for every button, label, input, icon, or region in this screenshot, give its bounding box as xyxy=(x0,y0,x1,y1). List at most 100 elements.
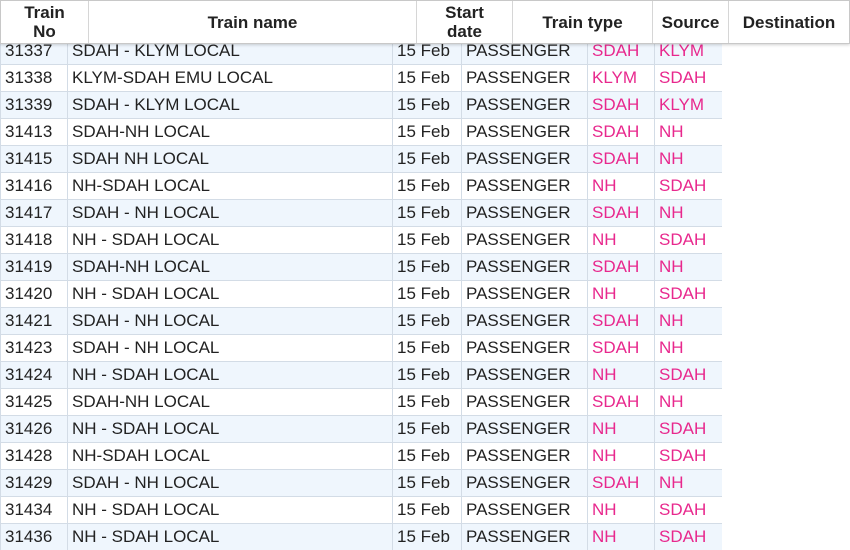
destination-station-link[interactable]: SDAH xyxy=(654,523,722,550)
table-row[interactable]: 31421 SDAH - NH LOCAL 15 Feb PASSENGER SDAH N… xyxy=(0,307,722,335)
train-type-cell: PASSENGER xyxy=(461,442,588,470)
source-station-link[interactable]: NH xyxy=(587,361,655,389)
train-list-screen: Train No Train name Start date Train typ… xyxy=(0,0,850,550)
column-header-train-no[interactable]: Train No xyxy=(1,1,89,43)
source-station-link[interactable]: SDAH xyxy=(587,145,655,173)
source-station-link[interactable]: SDAH xyxy=(587,199,655,227)
train-number-cell: 31436 xyxy=(0,523,68,550)
start-date-cell: 15 Feb xyxy=(392,415,462,443)
source-station-link[interactable]: SDAH xyxy=(587,469,655,497)
table-row[interactable]: 31420 NH - SDAH LOCAL 15 Feb PASSENGER NH SDA… xyxy=(0,280,722,308)
table-row[interactable]: 31417 SDAH - NH LOCAL 15 Feb PASSENGER SDAH N… xyxy=(0,199,722,227)
destination-station-link[interactable]: NH xyxy=(654,469,722,497)
destination-station-link[interactable]: NH xyxy=(654,307,722,335)
train-number-cell: 31426 xyxy=(0,415,68,443)
train-type-cell: PASSENGER xyxy=(461,388,588,416)
destination-station-link[interactable]: KLYM xyxy=(654,91,722,119)
source-station-link[interactable]: NH xyxy=(587,226,655,254)
source-station-link[interactable]: NH xyxy=(587,523,655,550)
source-station-link[interactable]: NH xyxy=(587,496,655,524)
source-station-link[interactable]: NH xyxy=(587,172,655,200)
train-number-cell: 31423 xyxy=(0,334,68,362)
source-station-link[interactable]: SDAH xyxy=(587,253,655,281)
train-name-cell: SDAH-NH LOCAL xyxy=(67,388,393,416)
train-type-cell: PASSENGER xyxy=(461,361,588,389)
table-row[interactable]: 31338 KLYM-SDAH EMU LOCAL 15 Feb PASSENGER K… xyxy=(0,64,722,92)
source-station-link[interactable]: SDAH xyxy=(587,307,655,335)
source-station-link[interactable]: SDAH xyxy=(587,334,655,362)
train-number-cell: 31429 xyxy=(0,469,68,497)
train-type-cell: PASSENGER xyxy=(461,199,588,227)
column-header-source[interactable]: Source xyxy=(653,1,729,43)
train-type-cell: PASSENGER xyxy=(461,253,588,281)
destination-station-link[interactable]: NH xyxy=(654,118,722,146)
source-station-link[interactable]: SDAH xyxy=(587,118,655,146)
train-name-cell: NH-SDAH LOCAL xyxy=(67,442,393,470)
table-row[interactable]: 31339 SDAH - KLYM LOCAL 15 Feb PASSENGER SDA… xyxy=(0,91,722,119)
source-station-link[interactable]: SDAH xyxy=(587,91,655,119)
source-station-link[interactable]: KLYM xyxy=(587,64,655,92)
destination-station-link[interactable]: SDAH xyxy=(654,361,722,389)
table-row[interactable]: 31426 NH - SDAH LOCAL 15 Feb PASSENGER NH SDA… xyxy=(0,415,722,443)
train-number-cell: 31338 xyxy=(0,64,68,92)
train-name-cell: NH - SDAH LOCAL xyxy=(67,496,393,524)
train-type-cell: PASSENGER xyxy=(461,64,588,92)
source-station-link[interactable]: NH xyxy=(587,415,655,443)
start-date-cell: 15 Feb xyxy=(392,199,462,227)
destination-station-link[interactable]: SDAH xyxy=(654,226,722,254)
train-name-cell: NH - SDAH LOCAL xyxy=(67,280,393,308)
table-body-viewport[interactable]: 31337 SDAH - KLYM LOCAL 15 Feb PASSENGER SDA… xyxy=(0,37,722,550)
destination-station-link[interactable]: SDAH xyxy=(654,496,722,524)
train-type-cell: PASSENGER xyxy=(461,496,588,524)
train-number-cell: 31418 xyxy=(0,226,68,254)
destination-station-link[interactable]: SDAH xyxy=(654,172,722,200)
source-station-link[interactable]: SDAH xyxy=(587,388,655,416)
table-row[interactable]: 31415 SDAH NH LOCAL 15 Feb PASSENGER SDAH NH xyxy=(0,145,722,173)
start-date-cell: 15 Feb xyxy=(392,145,462,173)
train-type-cell: PASSENGER xyxy=(461,172,588,200)
table-row[interactable]: 31419 SDAH-NH LOCAL 15 Feb PASSENGER SDAH NH xyxy=(0,253,722,281)
destination-station-link[interactable]: SDAH xyxy=(654,64,722,92)
destination-station-link[interactable]: NH xyxy=(654,388,722,416)
destination-station-link[interactable]: NH xyxy=(654,253,722,281)
start-date-cell: 15 Feb xyxy=(392,388,462,416)
train-name-cell: SDAH - NH LOCAL xyxy=(67,469,393,497)
table-row[interactable]: 31428 NH-SDAH LOCAL 15 Feb PASSENGER NH SDAH xyxy=(0,442,722,470)
start-date-cell: 15 Feb xyxy=(392,361,462,389)
start-date-cell: 15 Feb xyxy=(392,469,462,497)
start-date-cell: 15 Feb xyxy=(392,334,462,362)
train-name-cell: SDAH - KLYM LOCAL xyxy=(67,91,393,119)
destination-station-link[interactable]: NH xyxy=(654,145,722,173)
train-name-cell: SDAH - NH LOCAL xyxy=(67,199,393,227)
table-row[interactable]: 31429 SDAH - NH LOCAL 15 Feb PASSENGER SDAH N… xyxy=(0,469,722,497)
column-header-train-name[interactable]: Train name xyxy=(89,1,417,43)
destination-station-link[interactable]: NH xyxy=(654,334,722,362)
destination-station-link[interactable]: SDAH xyxy=(654,280,722,308)
train-number-cell: 31419 xyxy=(0,253,68,281)
table-row[interactable]: 31436 NH - SDAH LOCAL 15 Feb PASSENGER NH SDA… xyxy=(0,523,722,550)
table-row[interactable]: 31418 NH - SDAH LOCAL 15 Feb PASSENGER NH SDA… xyxy=(0,226,722,254)
train-number-cell: 31413 xyxy=(0,118,68,146)
column-header-start-date[interactable]: Start date xyxy=(417,1,513,43)
train-name-cell: NH - SDAH LOCAL xyxy=(67,361,393,389)
column-header-destination[interactable]: Destination xyxy=(729,1,849,43)
destination-station-link[interactable]: SDAH xyxy=(654,415,722,443)
train-name-cell: NH - SDAH LOCAL xyxy=(67,226,393,254)
table-row[interactable]: 31416 NH-SDAH LOCAL 15 Feb PASSENGER NH SDAH xyxy=(0,172,722,200)
destination-station-link[interactable]: NH xyxy=(654,199,722,227)
train-type-cell: PASSENGER xyxy=(461,118,588,146)
table-row[interactable]: 31413 SDAH-NH LOCAL 15 Feb PASSENGER SDAH NH xyxy=(0,118,722,146)
table-row[interactable]: 31424 NH - SDAH LOCAL 15 Feb PASSENGER NH SDA… xyxy=(0,361,722,389)
train-name-cell: KLYM-SDAH EMU LOCAL xyxy=(67,64,393,92)
destination-station-link[interactable]: SDAH xyxy=(654,442,722,470)
table-row[interactable]: 31425 SDAH-NH LOCAL 15 Feb PASSENGER SDAH NH xyxy=(0,388,722,416)
table-header: Train No Train name Start date Train typ… xyxy=(0,0,850,44)
column-header-train-type[interactable]: Train type xyxy=(513,1,653,43)
table-row[interactable]: 31423 SDAH - NH LOCAL 15 Feb PASSENGER SDAH N… xyxy=(0,334,722,362)
train-table: 31337 SDAH - KLYM LOCAL 15 Feb PASSENGER SDA… xyxy=(0,37,722,550)
table-row[interactable]: 31434 NH - SDAH LOCAL 15 Feb PASSENGER NH SDA… xyxy=(0,496,722,524)
train-type-cell: PASSENGER xyxy=(461,226,588,254)
start-date-cell: 15 Feb xyxy=(392,253,462,281)
source-station-link[interactable]: NH xyxy=(587,442,655,470)
source-station-link[interactable]: NH xyxy=(587,280,655,308)
